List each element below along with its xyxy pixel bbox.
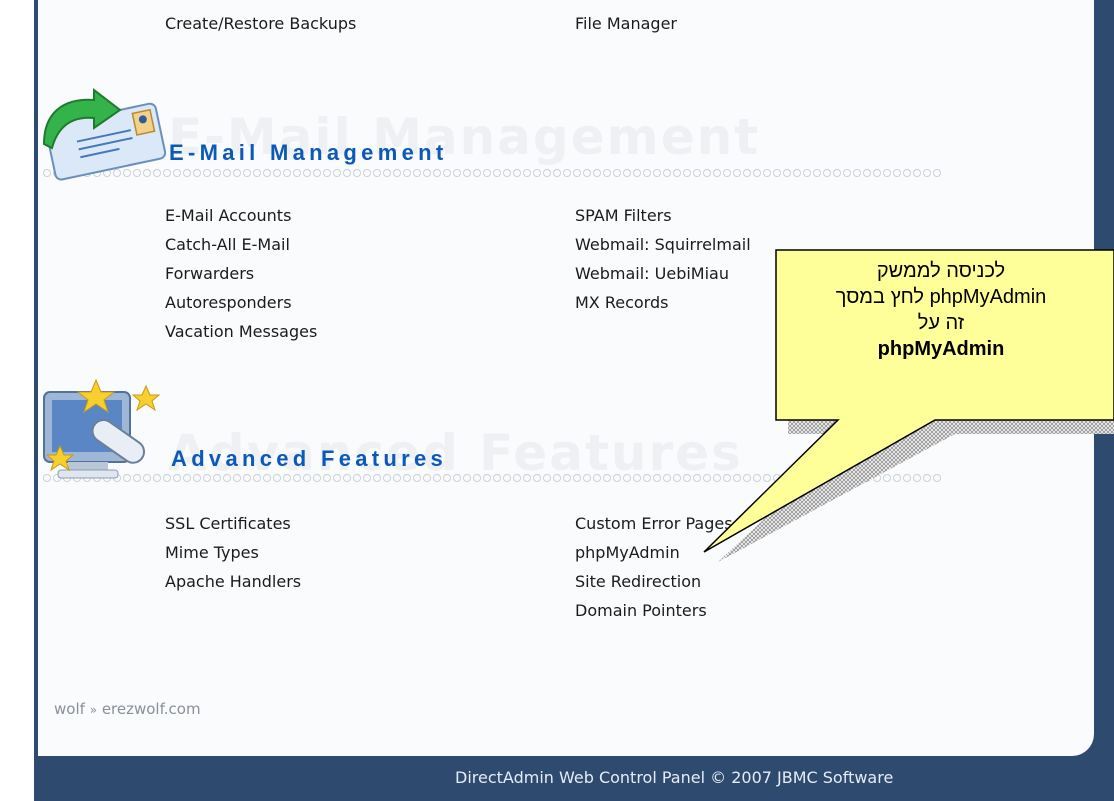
callout-line-2: phpMyAdmin לחץ במסך	[835, 286, 1047, 308]
callout-line-1: לכניסה לממשק	[876, 260, 1006, 282]
callout-line-3: זה על	[917, 312, 965, 334]
callout-line-4: phpMyAdmin	[877, 338, 1005, 360]
callout-text: לכניסה לממשק phpMyAdmin לחץ במסך זה על p…	[776, 258, 1106, 362]
callout-balloon	[703, 249, 1114, 562]
